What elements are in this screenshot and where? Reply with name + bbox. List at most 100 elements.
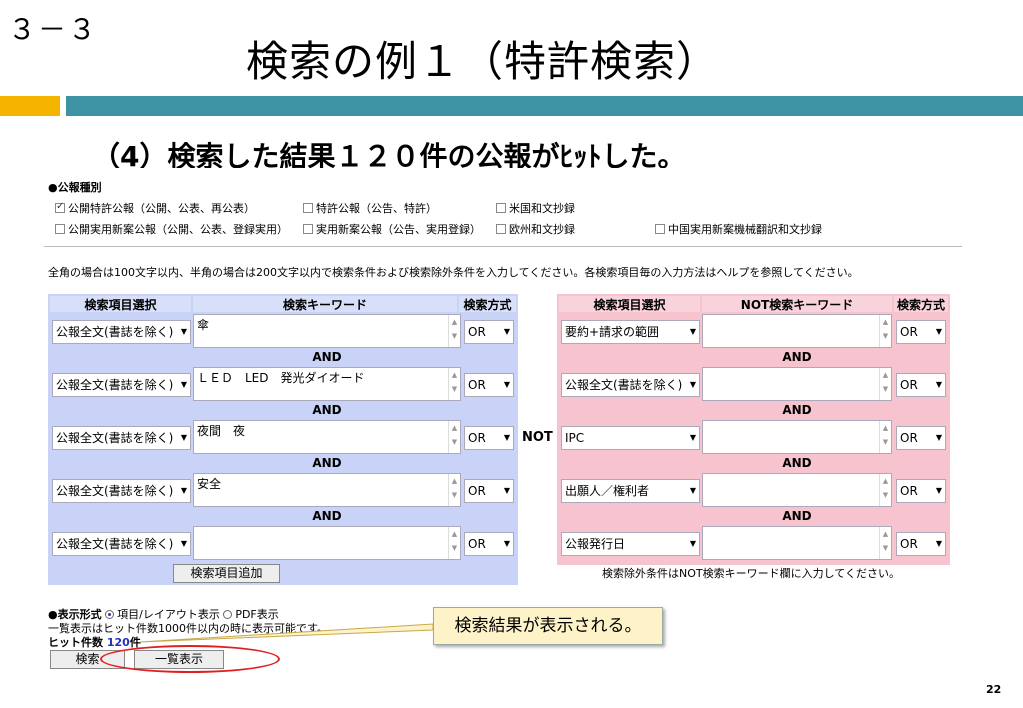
pubtype-label: 公開特許公報（公開、公表、再公表） [68, 202, 255, 215]
checkbox-icon[interactable] [303, 203, 313, 213]
select-value: 公報全文(書誌を除く) [565, 378, 683, 392]
pubtype-label: 欧州和文抄録 [509, 223, 575, 236]
exclude-keyword-header: NOT検索キーワード [702, 296, 892, 312]
search-item-select[interactable]: 公報全文(書誌を除く) ▼ [52, 373, 191, 397]
exclude-keyword-input[interactable]: ▲ ▼ [702, 314, 892, 348]
checkbox-icon[interactable] [496, 224, 506, 234]
select-value: OR [468, 431, 486, 445]
and-label: AND [312, 509, 342, 523]
exclude-item-header: 検索項目選択 [559, 296, 700, 312]
search-item-select[interactable]: 公報全文(書誌を除く) ▼ [52, 320, 191, 344]
search-keyword-input[interactable]: ▲ ▼ [193, 526, 461, 560]
exclude-item-select[interactable]: 公報発行日 ▼ [561, 532, 700, 556]
exclude-method-select[interactable]: OR ▼ [896, 373, 946, 397]
and-label: AND [782, 456, 812, 470]
scrollbar[interactable]: ▲ ▼ [448, 474, 460, 506]
pubtype-label: 実用新案公報（公告、実用登録） [316, 223, 481, 236]
select-value: 公報全文(書誌を除く) [56, 537, 174, 551]
exclude-keyword-input[interactable]: ▲ ▼ [702, 420, 892, 454]
and-label: AND [312, 403, 342, 417]
search-method-select[interactable]: OR ▼ [464, 532, 514, 556]
exclude-method-select[interactable]: OR ▼ [896, 320, 946, 344]
pubtype-label: 特許公報（公告、特許） [316, 202, 437, 215]
keyword-value: 夜間 夜 [197, 424, 246, 438]
pubtype-option-6[interactable]: 中国実用新案機械翻訳和文抄録 [655, 221, 822, 237]
search-method-select[interactable]: OR ▼ [464, 373, 514, 397]
dropdown-arrow-icon: ▼ [689, 380, 696, 389]
pubtype-option-5[interactable]: 欧州和文抄録 [496, 221, 575, 237]
search-method-header: 検索方式 [459, 296, 516, 312]
select-value: OR [468, 537, 486, 551]
pubtype-option-2[interactable]: 米国和文抄録 [496, 200, 575, 216]
exclude-method-select[interactable]: OR ▼ [896, 426, 946, 450]
exclude-method-select[interactable]: OR ▼ [896, 532, 946, 556]
exclude-item-select[interactable]: 公報全文(書誌を除く) ▼ [561, 373, 700, 397]
section-number: ３－３ [8, 13, 99, 46]
dropdown-arrow-icon: ▼ [935, 327, 942, 336]
checkbox-icon[interactable] [55, 224, 65, 234]
search-method-select[interactable]: OR ▼ [464, 320, 514, 344]
exclude-item-select[interactable]: IPC ▼ [561, 426, 700, 450]
pubtype-option-3[interactable]: 公開実用新案公報（公開、公表、登録実用） [55, 221, 288, 237]
pubtype-option-0[interactable]: 公開特許公報（公開、公表、再公表） [55, 200, 255, 216]
search-keyword-input[interactable]: 安全 ▲ ▼ [193, 473, 461, 507]
dropdown-arrow-icon: ▼ [935, 539, 942, 548]
checkbox-icon[interactable] [655, 224, 665, 234]
select-value: 公報全文(書誌を除く) [56, 484, 174, 498]
select-value: 出願人／権利者 [565, 484, 650, 498]
pubtype-label: 米国和文抄録 [509, 202, 575, 215]
scrollbar[interactable]: ▲ ▼ [879, 474, 891, 506]
search-keyword-input[interactable]: 夜間 夜 ▲ ▼ [193, 420, 461, 454]
hit-count-label: ヒット件数 [48, 636, 103, 649]
scrollbar[interactable]: ▲ ▼ [879, 368, 891, 400]
exclude-item-select[interactable]: 要約+請求の範囲 ▼ [561, 320, 700, 344]
dropdown-arrow-icon: ▼ [503, 486, 510, 495]
checkbox-icon[interactable] [303, 224, 313, 234]
pubtype-option-1[interactable]: 特許公報（公告、特許） [303, 200, 437, 216]
radio-icon[interactable] [223, 610, 233, 619]
search-item-select[interactable]: 公報全文(書誌を除く) ▼ [52, 532, 191, 556]
dropdown-arrow-icon: ▼ [503, 539, 510, 548]
select-value: 公報発行日 [565, 537, 626, 551]
search-keyword-input[interactable]: 傘 ▲ ▼ [193, 314, 461, 348]
scrollbar[interactable]: ▲ ▼ [448, 527, 460, 559]
pubtype-option-4[interactable]: 実用新案公報（公告、実用登録） [303, 221, 481, 237]
exclude-keyword-input[interactable]: ▲ ▼ [702, 367, 892, 401]
dropdown-arrow-icon: ▼ [503, 380, 510, 389]
scrollbar[interactable]: ▲ ▼ [448, 421, 460, 453]
scrollbar[interactable]: ▲ ▼ [448, 315, 460, 347]
publication-type-heading: ●公報種別 [48, 181, 102, 194]
dropdown-arrow-icon: ▼ [503, 327, 510, 336]
exclude-method-select[interactable]: OR ▼ [896, 479, 946, 503]
search-keyword-input[interactable]: ＬＥＤ LED 発光ダイオード ▲ ▼ [193, 367, 461, 401]
dropdown-arrow-icon: ▼ [689, 486, 696, 495]
accent-bar-teal [66, 96, 1023, 116]
exclude-item-select[interactable]: 出願人／権利者 ▼ [561, 479, 700, 503]
highlight-ellipse [100, 645, 280, 673]
dropdown-arrow-icon: ▼ [180, 327, 187, 336]
select-value: IPC [565, 431, 585, 445]
pubtype-label: 中国実用新案機械翻訳和文抄録 [668, 223, 822, 236]
select-value: 要約+請求の範囲 [565, 325, 660, 339]
scrollbar[interactable]: ▲ ▼ [879, 315, 891, 347]
add-search-item-button[interactable]: 検索項目追加 [173, 564, 280, 583]
scrollbar[interactable]: ▲ ▼ [448, 368, 460, 400]
and-label: AND [312, 350, 342, 364]
page-number: 22 [986, 683, 1002, 696]
search-method-select[interactable]: OR ▼ [464, 426, 514, 450]
exclude-keyword-input[interactable]: ▲ ▼ [702, 473, 892, 507]
search-item-select[interactable]: 公報全文(書誌を除く) ▼ [52, 426, 191, 450]
scrollbar[interactable]: ▲ ▼ [879, 421, 891, 453]
checkbox-icon[interactable] [496, 203, 506, 213]
not-label: NOT [522, 430, 553, 445]
search-method-select[interactable]: OR ▼ [464, 479, 514, 503]
radio-selected-icon[interactable] [105, 610, 115, 619]
hit-count-value: 120 [106, 636, 130, 649]
and-label: AND [782, 350, 812, 364]
dropdown-arrow-icon: ▼ [180, 539, 187, 548]
search-item-select[interactable]: 公報全文(書誌を除く) ▼ [52, 479, 191, 503]
exclude-keyword-input[interactable]: ▲ ▼ [702, 526, 892, 560]
scrollbar[interactable]: ▲ ▼ [879, 527, 891, 559]
and-label: AND [312, 456, 342, 470]
checkbox-checked-icon[interactable] [55, 201, 65, 213]
